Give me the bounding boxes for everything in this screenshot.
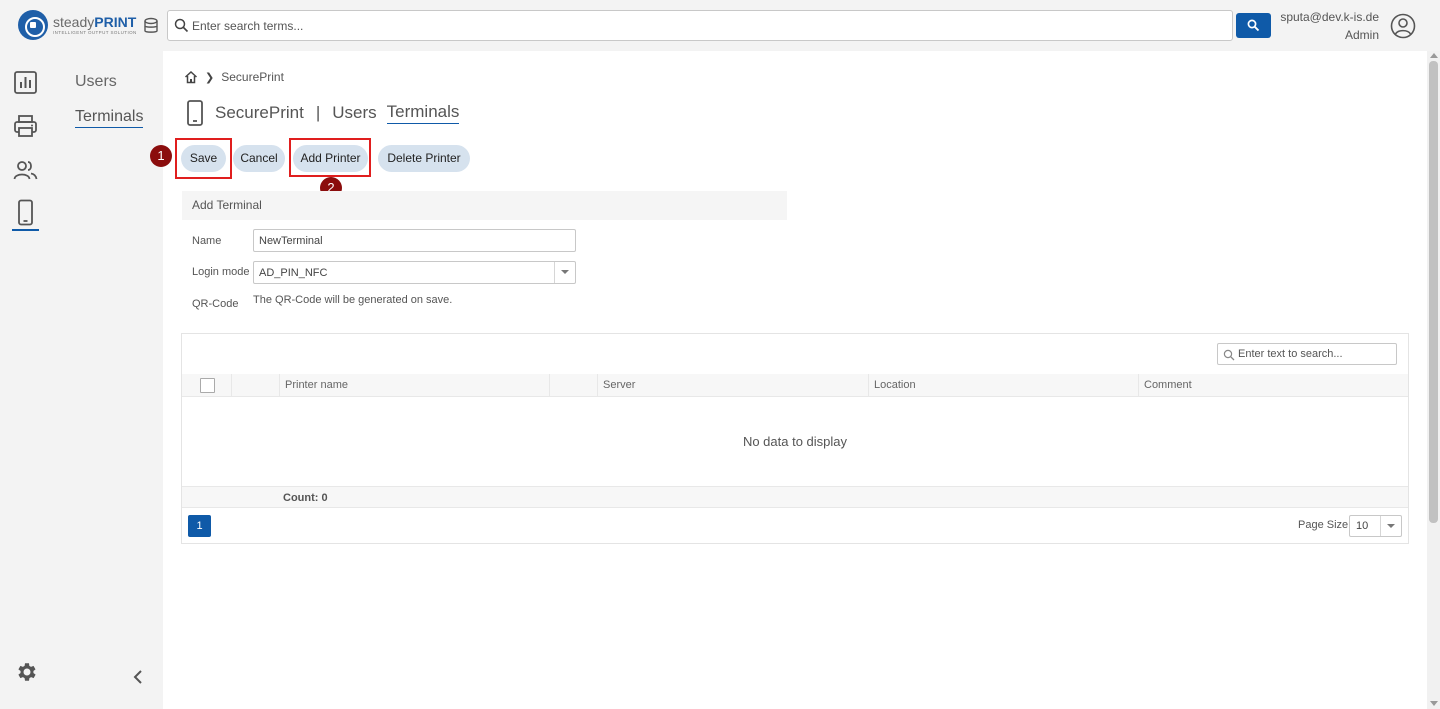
scroll-down-arrow-icon[interactable] (1430, 701, 1438, 706)
rail-terminals[interactable] (12, 199, 39, 231)
user-email[interactable]: sputa@dev.k-is.de (1280, 10, 1379, 24)
logo-text-print: PRINT (94, 13, 137, 30)
breadcrumb: ❯ SecurePrint (184, 70, 284, 84)
subnav-item-terminals[interactable]: Terminals (75, 108, 144, 128)
search-icon (174, 18, 189, 33)
global-search-input[interactable] (192, 12, 1222, 39)
top-bar: steadyPRINT INTELLIGENT OUTPUT SOLUTION … (0, 0, 1440, 51)
section-header-add-terminal: Add Terminal (182, 191, 787, 220)
users-icon (13, 161, 38, 180)
column-header-server[interactable]: Server (597, 374, 868, 397)
highlight-box-save (175, 138, 232, 179)
steadyprint-logo[interactable]: steadyPRINT INTELLIGENT OUTPUT SOLUTION (18, 10, 137, 40)
breadcrumb-separator-icon: ❯ (205, 71, 215, 84)
grid-footer: Count: 0 (182, 486, 1408, 508)
chart-icon (14, 71, 37, 94)
logo-tagline: INTELLIGENT OUTPUT SOLUTION (53, 29, 137, 35)
title-separator: | (315, 103, 321, 122)
qr-code-note: The QR-Code will be generated on save. (253, 294, 453, 306)
printer-grid: Printer name Server Location Comment No … (181, 333, 1409, 544)
chevron-down-icon[interactable] (1380, 516, 1401, 536)
logo-text-steady: steady (53, 13, 95, 30)
grid-search-input[interactable] (1238, 345, 1393, 363)
home-icon[interactable] (184, 70, 198, 84)
global-search (167, 10, 1233, 41)
user-avatar-icon[interactable] (1390, 13, 1416, 39)
column-header-location[interactable]: Location (868, 374, 1138, 397)
qr-code-label: QR-Code (192, 298, 239, 310)
scroll-up-arrow-icon[interactable] (1430, 53, 1438, 58)
login-mode-value: AD_PIN_NFC (259, 267, 328, 279)
phone-icon (187, 100, 203, 126)
page-size-label: Page Size: (1298, 519, 1352, 531)
select-all-checkbox[interactable] (200, 378, 215, 393)
grid-empty-message: No data to display (742, 434, 848, 449)
grid-row-count: Count: 0 (283, 492, 328, 504)
database-icon[interactable] (143, 17, 159, 35)
sub-navigation: Users Terminals (51, 51, 163, 709)
name-field[interactable] (253, 229, 576, 252)
title-terminals[interactable]: Terminals (386, 102, 460, 124)
title-users[interactable]: Users (332, 103, 376, 123)
rail-printers[interactable] (12, 113, 39, 140)
steadyprint-logo-icon (18, 10, 48, 40)
printer-icon (14, 115, 37, 137)
grid-header: Printer name Server Location Comment (182, 374, 1408, 397)
step-marker-1: 1 (150, 145, 172, 167)
rail-users[interactable] (12, 157, 39, 184)
grid-search (1217, 343, 1397, 365)
search-button[interactable] (1236, 13, 1271, 38)
rail-dashboard[interactable] (12, 69, 39, 96)
column-header-printer-name[interactable]: Printer name (279, 374, 549, 397)
login-mode-label: Login mode (192, 266, 250, 278)
page-size-value: 10 (1356, 520, 1369, 532)
phone-icon (18, 199, 33, 226)
highlight-box-add-printer (289, 138, 371, 177)
page-size-select[interactable]: 10 (1349, 515, 1402, 537)
user-role: Admin (1344, 28, 1379, 42)
search-icon (1223, 349, 1235, 361)
column-header-spacer (231, 374, 279, 397)
column-header-spacer (549, 374, 597, 397)
gear-icon[interactable] (14, 660, 38, 684)
page-title: SecurePrint | Users Terminals (186, 100, 460, 126)
page-scrollbar[interactable] (1427, 51, 1440, 709)
chevron-left-icon[interactable] (131, 669, 145, 685)
cancel-button[interactable]: Cancel (233, 145, 285, 172)
title-secureprint[interactable]: SecurePrint (215, 103, 304, 123)
search-icon (1247, 19, 1260, 32)
scroll-thumb[interactable] (1429, 61, 1438, 523)
pagination-page-button[interactable]: 1 (188, 515, 211, 537)
subnav-item-users[interactable]: Users (75, 73, 117, 91)
login-mode-select[interactable]: AD_PIN_NFC (253, 261, 576, 284)
icon-rail (0, 51, 51, 709)
chevron-down-icon[interactable] (554, 262, 575, 283)
name-label: Name (192, 235, 222, 247)
column-header-comment[interactable]: Comment (1138, 374, 1408, 397)
delete-printer-button[interactable]: Delete Printer (378, 145, 470, 172)
breadcrumb-current[interactable]: SecurePrint (221, 70, 284, 84)
